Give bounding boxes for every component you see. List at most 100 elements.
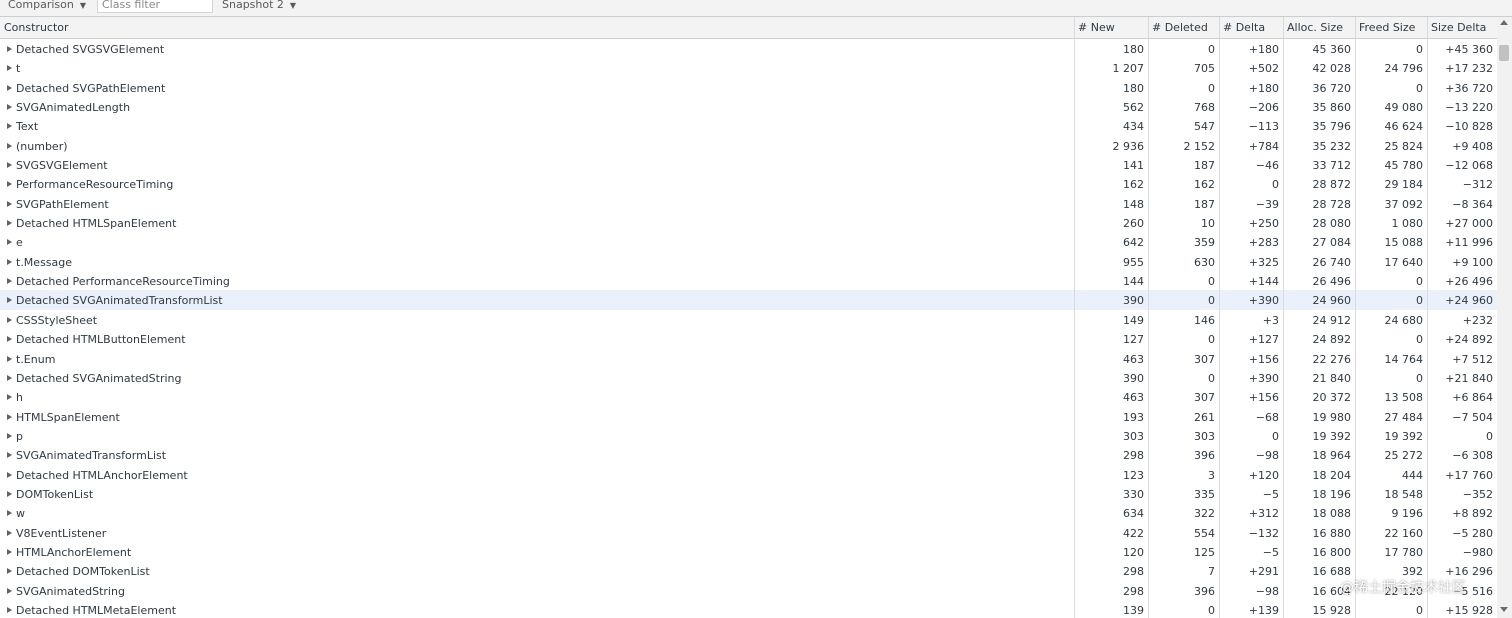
header-delta[interactable]: # Delta (1219, 17, 1283, 38)
expand-triangle-icon[interactable] (7, 239, 12, 246)
table-row[interactable]: (number) 2 936 2 152 +784 35 232 25 824 +9 408 (0, 136, 1497, 155)
expand-triangle-icon[interactable] (7, 278, 12, 285)
expand-triangle-icon[interactable] (7, 46, 12, 52)
expand-triangle-icon[interactable] (7, 336, 12, 343)
table-row[interactable]: CSSStyleSheet 149 146 +3 24 912 24 680 +232 (0, 310, 1497, 329)
table-row[interactable]: t 1 207 705 +502 42 028 24 796 +17 232 (0, 58, 1497, 77)
expand-triangle-icon[interactable] (7, 432, 12, 439)
scroll-down-icon[interactable] (1500, 607, 1508, 612)
expand-triangle-icon[interactable] (7, 606, 12, 613)
table-row[interactable]: Detached SVGAnimatedTransformList 390 0 +39… (0, 290, 1497, 310)
expand-triangle-icon[interactable] (7, 568, 12, 575)
expand-triangle-icon[interactable] (7, 548, 12, 555)
table-row[interactable]: HTMLAnchorElement 120 125 −5 16 800 17 780 −98… (0, 542, 1497, 561)
expand-triangle-icon[interactable] (7, 123, 12, 130)
table-row[interactable]: SVGAnimatedTransformList 298 396 −98 18 964 2… (0, 445, 1497, 464)
expand-triangle-icon[interactable] (7, 181, 12, 188)
new-count: 298 (1123, 565, 1144, 579)
table-row[interactable]: t.Enum 463 307 +156 22 276 14 764 +7 512 (0, 349, 1497, 368)
table-row[interactable]: SVGPathElement 148 187 −39 28 728 37 092 −8 36… (0, 194, 1497, 213)
column-divider[interactable] (1074, 17, 1075, 618)
table-row[interactable]: e 642 359 +283 27 084 15 088 +11 996 (0, 232, 1497, 251)
table-row[interactable]: Detached HTMLSpanElement 260 10 +250 28 080 1… (0, 213, 1497, 232)
table-row[interactable]: w 634 322 +312 18 088 9 196 +8 892 (0, 503, 1497, 522)
deleted-count: 335 (1194, 487, 1215, 501)
column-divider[interactable] (1355, 17, 1356, 618)
alloc-size: 24 960 (1312, 294, 1352, 308)
base-snapshot-select[interactable]: Snapshot 2 ▼ (222, 0, 296, 13)
table-row[interactable]: Detached HTMLMetaElement 139 0 +139 15 928 0 +… (0, 600, 1497, 618)
header-deleted[interactable]: # Deleted (1148, 17, 1219, 38)
table-row[interactable]: DOMTokenList 330 335 −5 18 196 18 548 −352 (0, 484, 1497, 503)
table-row[interactable]: SVGSVGElement 141 187 −46 33 712 45 780 −12 06… (0, 155, 1497, 174)
table-row[interactable]: V8EventListener 422 554 −132 16 880 22 160 −5 … (0, 523, 1497, 542)
expand-triangle-icon[interactable] (7, 297, 12, 304)
table-row[interactable]: Detached DOMTokenList 298 7 +291 16 688 392 +1… (0, 561, 1497, 580)
expand-triangle-icon[interactable] (7, 84, 12, 91)
table-row[interactable]: t.Message 955 630 +325 26 740 17 640 +9 100 (0, 252, 1497, 271)
table-row[interactable]: Detached HTMLButtonElement 127 0 +127 24 892… (0, 329, 1497, 348)
table-row[interactable]: Detached SVGPathElement 180 0 +180 36 720 0 +3… (0, 78, 1497, 97)
expand-triangle-icon[interactable] (7, 316, 12, 323)
expand-triangle-icon[interactable] (7, 162, 12, 169)
expand-triangle-icon[interactable] (7, 355, 12, 362)
table-row[interactable]: HTMLSpanElement 193 261 −68 19 980 27 484 −7 5… (0, 407, 1497, 426)
expand-triangle-icon[interactable] (7, 374, 12, 381)
expand-triangle-icon[interactable] (7, 529, 12, 536)
table-row[interactable]: SVGAnimatedString 298 396 −98 16 604 22 120 −5… (0, 581, 1497, 600)
expand-triangle-icon[interactable] (7, 510, 12, 517)
freed-size: 49 080 (1384, 101, 1424, 115)
alloc-size: 19 392 (1312, 429, 1352, 443)
table-row[interactable]: SVGAnimatedLength 562 768 −206 35 860 49 080 −… (0, 97, 1497, 116)
deleted-count: 3 (1208, 468, 1215, 482)
expand-triangle-icon[interactable] (7, 452, 12, 459)
table-row[interactable]: p 303 303 0 19 392 19 392 0 (0, 426, 1497, 445)
header-constructor[interactable]: Constructor (0, 17, 1074, 38)
header-size-delta[interactable]: Size Delta (1427, 17, 1497, 38)
column-divider[interactable] (1148, 17, 1149, 618)
scrollbar-thumb[interactable] (1499, 45, 1509, 61)
expand-triangle-icon[interactable] (7, 471, 12, 478)
table-row[interactable]: Text 434 547 −113 35 796 46 624 −10 828 (0, 116, 1497, 135)
size-delta: −5 280 (1452, 526, 1493, 540)
delta-count: +139 (1248, 603, 1279, 617)
constructor-name: w (16, 507, 25, 521)
expand-triangle-icon[interactable] (7, 490, 12, 497)
expand-triangle-icon[interactable] (7, 587, 12, 594)
size-delta: −10 828 (1445, 120, 1493, 134)
expand-triangle-icon[interactable] (7, 104, 12, 111)
freed-size: 46 624 (1384, 120, 1424, 134)
header-freed-size[interactable]: Freed Size (1355, 17, 1427, 38)
alloc-size: 22 276 (1312, 352, 1352, 366)
constructor-name: Detached HTMLSpanElement (16, 217, 177, 231)
table-row[interactable]: Detached SVGAnimatedString 390 0 +390 21 840… (0, 368, 1497, 387)
expand-triangle-icon[interactable] (7, 258, 12, 265)
delta-count: +502 (1248, 62, 1279, 76)
vertical-scrollbar[interactable] (1497, 17, 1512, 618)
view-mode-select[interactable]: Comparison ▼ (8, 0, 86, 13)
header-new[interactable]: # New (1074, 17, 1148, 38)
alloc-size: 33 712 (1312, 159, 1352, 173)
table-row[interactable]: h 463 307 +156 20 372 13 508 +6 864 (0, 387, 1497, 406)
expand-triangle-icon[interactable] (7, 220, 12, 227)
header-alloc-size[interactable]: Alloc. Size (1283, 17, 1355, 38)
table-row[interactable]: PerformanceResourceTiming 162 162 0 28 872 29… (0, 174, 1497, 193)
delta-count: +120 (1248, 468, 1279, 482)
column-divider[interactable] (1283, 17, 1284, 618)
expand-triangle-icon[interactable] (7, 142, 12, 149)
expand-triangle-icon[interactable] (7, 200, 12, 207)
expand-triangle-icon[interactable] (7, 394, 12, 401)
alloc-size: 21 840 (1312, 371, 1352, 385)
table-row[interactable]: Detached PerformanceResourceTiming 144 0 +1… (0, 271, 1497, 290)
column-divider[interactable] (1427, 17, 1428, 618)
new-count: 162 (1123, 178, 1144, 192)
column-divider[interactable] (1219, 17, 1220, 618)
expand-triangle-icon[interactable] (7, 413, 12, 420)
class-filter-input[interactable] (97, 0, 213, 13)
expand-triangle-icon[interactable] (7, 65, 12, 72)
table-row[interactable]: Detached HTMLAnchorElement 123 3 +120 18 204… (0, 465, 1497, 484)
scroll-up-icon[interactable] (1500, 20, 1508, 25)
size-delta: +24 960 (1445, 294, 1493, 308)
constructor-name: SVGSVGElement (16, 159, 108, 173)
table-row[interactable]: Detached SVGSVGElement 180 0 +180 45 360 0 +45… (0, 39, 1497, 58)
